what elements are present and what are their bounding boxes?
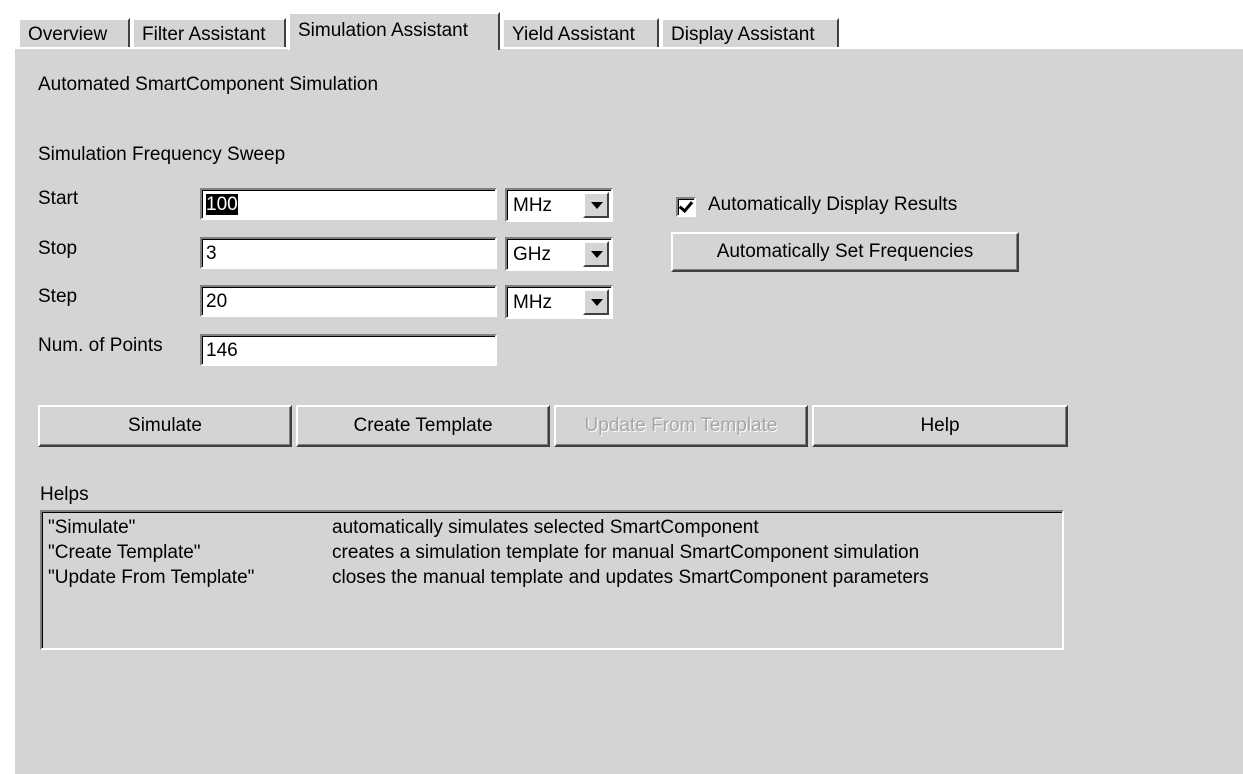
- auto-set-frequencies-button[interactable]: Automatically Set Frequencies: [671, 232, 1019, 272]
- step-unit-value: MHz: [513, 292, 553, 313]
- chevron-down-icon[interactable]: [583, 192, 609, 218]
- simulate-button[interactable]: Simulate: [38, 405, 292, 447]
- stop-input[interactable]: 3: [200, 237, 497, 269]
- start-input[interactable]: 100: [200, 188, 497, 220]
- stop-unit-value: GHz: [513, 244, 551, 265]
- simulation-assistant-window: Overview Filter Assistant Simulation Ass…: [0, 0, 1243, 774]
- create-template-button[interactable]: Create Template: [296, 405, 550, 447]
- step-unit-select[interactable]: MHz: [505, 285, 613, 319]
- auto-display-label: Automatically Display Results: [708, 194, 958, 215]
- start-unit-select[interactable]: MHz: [505, 188, 613, 222]
- help-description: automatically simulates selected SmartCo…: [332, 517, 759, 538]
- helps-heading: Helps: [40, 484, 89, 505]
- update-from-template-button[interactable]: Update From Template: [554, 405, 808, 447]
- panel-title: Automated SmartComponent Simulation: [38, 74, 379, 95]
- help-description: creates a simulation template for manual…: [332, 542, 920, 563]
- start-value: 100: [206, 194, 238, 215]
- helps-box: "Simulate" automatically simulates selec…: [40, 510, 1064, 650]
- step-input[interactable]: 20: [200, 285, 497, 317]
- step-value: 20: [206, 291, 228, 312]
- sweep-heading: Simulation Frequency Sweep: [38, 144, 286, 165]
- num-points-value: 146: [206, 340, 238, 361]
- help-description: closes the manual template and updates S…: [332, 567, 929, 588]
- chevron-down-icon[interactable]: [583, 241, 609, 267]
- num-points-input[interactable]: 146: [200, 334, 497, 366]
- start-unit-value: MHz: [513, 195, 553, 216]
- help-button[interactable]: Help: [812, 405, 1068, 447]
- chevron-down-icon[interactable]: [583, 289, 609, 315]
- start-label: Start: [38, 188, 79, 209]
- help-key: "Update From Template": [48, 567, 255, 588]
- help-key: "Create Template": [48, 542, 201, 563]
- stop-unit-select[interactable]: GHz: [505, 237, 613, 271]
- auto-display-checkbox[interactable]: [676, 197, 696, 217]
- stop-value: 3: [206, 243, 217, 264]
- stop-label: Stop: [38, 238, 78, 259]
- step-label: Step: [38, 286, 78, 307]
- num-points-label: Num. of Points: [38, 335, 163, 356]
- help-key: "Simulate": [48, 517, 136, 538]
